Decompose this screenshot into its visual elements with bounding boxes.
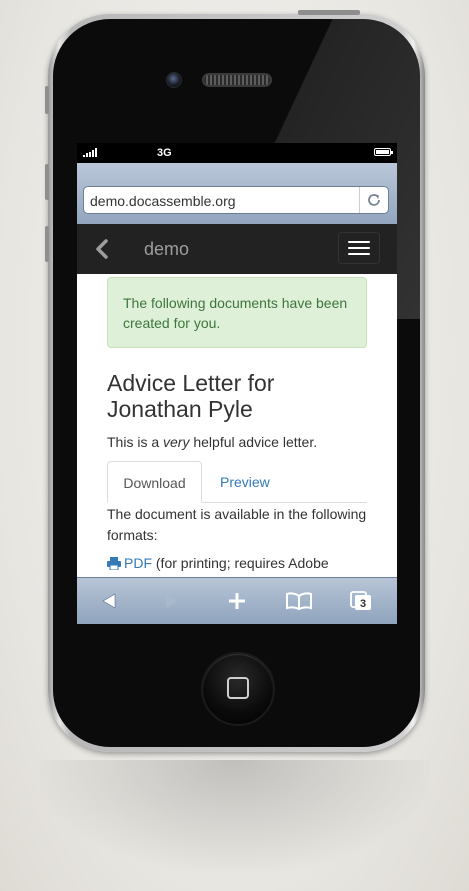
app-navbar: demo: [77, 224, 397, 274]
subtitle-text-end: helpful advice letter.: [189, 434, 318, 450]
tabs-count: 3: [360, 598, 366, 610]
phone-reflection: [40, 760, 429, 870]
subtitle-text-start: This is a: [107, 434, 164, 450]
home-button[interactable]: [201, 652, 275, 726]
url-field[interactable]: demo.docassemble.org: [83, 186, 389, 214]
network-type: 3G: [157, 147, 172, 159]
menu-toggle-icon[interactable]: [338, 232, 380, 264]
success-alert: The following documents have been create…: [107, 277, 367, 348]
battery-icon: [374, 148, 393, 156]
browser-address-bar: demo.docassemble.org: [77, 163, 397, 225]
earpiece-speaker: [202, 73, 272, 87]
back-icon[interactable]: [89, 586, 129, 616]
front-camera: [166, 72, 182, 88]
power-button: [298, 10, 360, 15]
tab-preview[interactable]: Preview: [220, 461, 270, 503]
browser-toolbar: 3: [77, 577, 397, 624]
tabs-icon[interactable]: 3: [341, 586, 381, 616]
volume-down-button: [45, 226, 49, 262]
tab-download[interactable]: Download: [107, 461, 202, 503]
pdf-link[interactable]: PDF: [124, 555, 152, 571]
format-item-pdf: PDF (for printing; requires Adobe: [107, 555, 397, 573]
volume-up-button: [45, 164, 49, 200]
availability-text: The document is available in the followi…: [107, 506, 367, 543]
bookmarks-icon[interactable]: [279, 586, 319, 616]
home-square-icon: [227, 677, 249, 699]
back-chevron-icon[interactable]: [91, 238, 113, 260]
subtitle-emphasis: very: [163, 434, 190, 450]
add-icon[interactable]: [217, 586, 257, 616]
forward-icon[interactable]: [152, 586, 192, 616]
page-subtitle: This is a very helpful advice letter.: [107, 434, 317, 450]
phone-screen: 3G demo.docassemble.org demo The followi…: [77, 143, 397, 624]
url-text: demo.docassemble.org: [90, 193, 236, 209]
mute-switch: [45, 86, 49, 114]
printer-icon: [107, 557, 121, 573]
page-title: Advice Letter for Jonathan Pyle: [107, 370, 275, 422]
page-content: The following documents have been create…: [77, 274, 397, 577]
signal-strength-icon: [83, 148, 97, 157]
reload-icon[interactable]: [359, 187, 388, 213]
status-bar: 3G: [77, 143, 397, 163]
pdf-note: (for printing; requires Adobe: [152, 555, 329, 571]
navbar-brand[interactable]: demo: [144, 239, 189, 260]
document-tabs: Download Preview: [107, 461, 367, 503]
